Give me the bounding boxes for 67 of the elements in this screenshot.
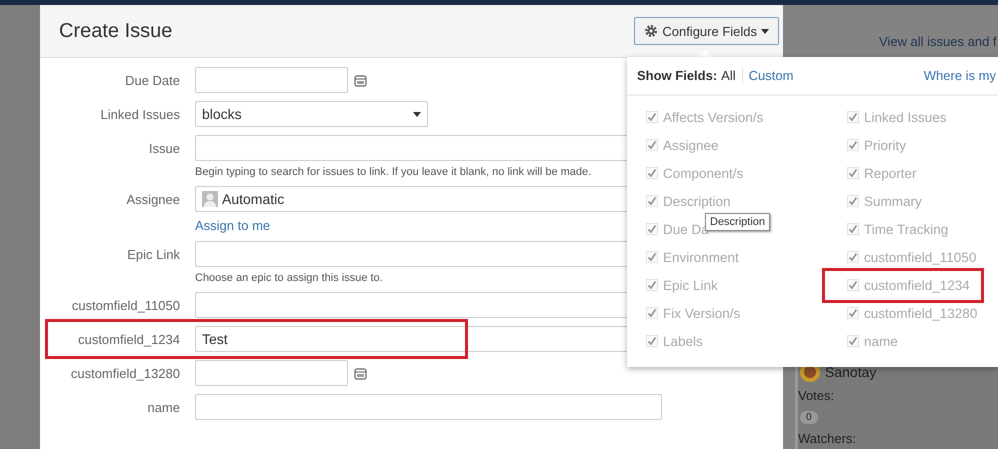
field-option-label: Reporter bbox=[864, 166, 917, 180]
field-label: Assignee bbox=[126, 192, 180, 206]
show-fields-option[interactable]: Custom bbox=[742, 68, 800, 83]
date-field[interactable] bbox=[195, 360, 348, 386]
checkbox[interactable] bbox=[646, 139, 658, 151]
help-link[interactable]: Where is my bbox=[924, 68, 996, 83]
checkbox[interactable] bbox=[646, 335, 658, 347]
checkbox[interactable] bbox=[646, 223, 658, 235]
checkbox[interactable] bbox=[847, 307, 859, 319]
field-option-label: name bbox=[864, 334, 898, 348]
field-option-label: Labels bbox=[663, 334, 703, 348]
checkbox[interactable] bbox=[847, 335, 859, 347]
checkbox[interactable] bbox=[847, 195, 859, 207]
user-icon bbox=[202, 191, 218, 207]
field-label: Epic Link bbox=[126, 246, 180, 262]
field-option-label: Assignee bbox=[663, 138, 719, 152]
field-option-label: customfield_11050 bbox=[864, 250, 976, 264]
field-label: Linked Issues bbox=[100, 106, 180, 122]
field-option-label: customfield_13280 bbox=[864, 306, 978, 320]
field-label: customfield_1234 bbox=[77, 332, 180, 346]
checkbox[interactable] bbox=[847, 279, 859, 291]
checkbox[interactable] bbox=[847, 111, 859, 123]
checkbox[interactable] bbox=[646, 195, 658, 207]
checkbox[interactable] bbox=[646, 279, 658, 291]
configure-fields-button[interactable]: Configure Fields bbox=[634, 17, 779, 45]
field-option-label: Component/s bbox=[663, 166, 744, 180]
date-field[interactable] bbox=[195, 67, 348, 93]
field-label: name bbox=[146, 400, 180, 414]
checkbox[interactable] bbox=[646, 307, 658, 319]
show-fields-option[interactable]: All bbox=[721, 68, 742, 83]
field-option-label: Epic Link bbox=[663, 278, 718, 292]
user-name: Sanotay bbox=[825, 364, 876, 380]
votes-label: Votes: bbox=[798, 388, 834, 403]
help-text: Choose an epic to assign this issue to. bbox=[195, 272, 383, 284]
field-option-label: Fix Version/s bbox=[663, 306, 740, 320]
caret-icon bbox=[761, 28, 769, 34]
checkbox[interactable] bbox=[646, 111, 658, 123]
field-label: customfield_13280 bbox=[70, 366, 180, 380]
checkbox[interactable] bbox=[847, 251, 859, 263]
checkbox[interactable] bbox=[847, 223, 859, 235]
field-label: Due Date bbox=[124, 72, 180, 88]
dialog-title: Create Issue bbox=[59, 20, 172, 42]
assign-to-me-link[interactable]: Assign to me bbox=[195, 218, 270, 233]
watchers-label: Watchers: bbox=[798, 431, 856, 446]
checkbox[interactable] bbox=[646, 167, 658, 179]
settings-icon bbox=[644, 24, 658, 38]
tooltip: Description bbox=[705, 213, 770, 231]
field-option-label: Description bbox=[663, 194, 731, 208]
select-field[interactable]: blocks bbox=[195, 101, 428, 127]
field-option-label: Environment bbox=[663, 250, 739, 264]
caret-icon bbox=[413, 112, 421, 116]
field-option-label: Summary bbox=[864, 194, 922, 208]
checkbox[interactable] bbox=[847, 167, 859, 179]
checkbox[interactable] bbox=[646, 251, 658, 263]
field-option-label: Time Tracking bbox=[864, 222, 948, 236]
calendar-icon bbox=[354, 74, 367, 86]
field-label: customfield_11050 bbox=[70, 298, 180, 312]
field-label: Issue bbox=[148, 140, 180, 156]
calendar-icon bbox=[354, 366, 367, 380]
field-option-label: Linked Issues bbox=[864, 110, 947, 124]
field-option-label: customfield_1234 bbox=[864, 278, 970, 292]
help-text: Begin typing to search for issues to link. If you leave it blank, no link will be made. bbox=[195, 166, 592, 178]
checkbox[interactable] bbox=[847, 139, 859, 151]
show-fields-label: Show Fields: bbox=[637, 68, 718, 83]
field-option-label: Affects Version/s bbox=[663, 110, 764, 124]
input-field[interactable] bbox=[195, 394, 662, 420]
field-option-label: Priority bbox=[864, 138, 906, 152]
